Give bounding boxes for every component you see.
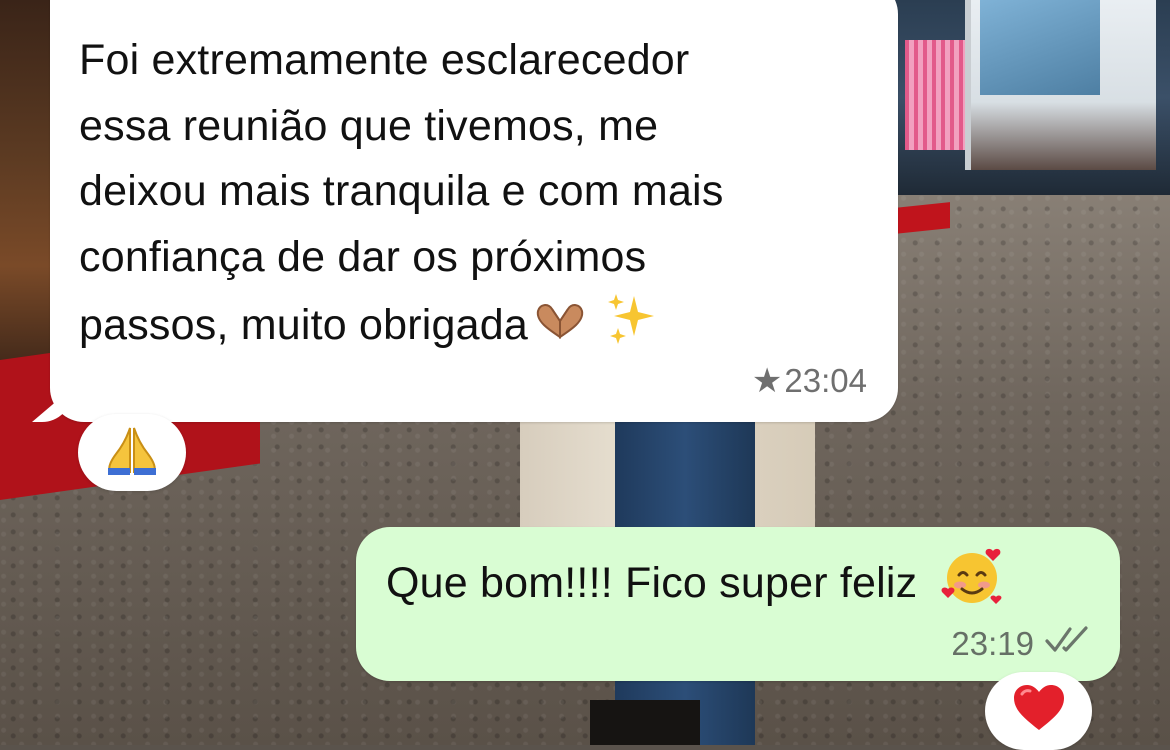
incoming-message-time: 23:04 <box>784 362 867 399</box>
incoming-message-text: Foi extremamente esclarecedor essa reuni… <box>79 28 869 366</box>
outgoing-message-reaction[interactable] <box>985 672 1092 750</box>
wallpaper-pink-fence <box>905 40 965 150</box>
outgoing-message-text: Que bom!!!! Fico super feliz <box>386 548 1006 622</box>
read-double-check-icon <box>1044 624 1092 664</box>
red-heart-icon <box>1012 684 1066 739</box>
outgoing-message-time: 23:19 <box>951 625 1034 662</box>
folded-hands-icon <box>104 424 160 481</box>
heart-hands-icon <box>530 295 590 361</box>
incoming-message-bubble[interactable]: Foi extremamente esclarecedor essa reuni… <box>50 0 898 422</box>
incoming-message-reaction[interactable] <box>78 414 186 491</box>
starred-star-icon: ★ <box>751 362 783 400</box>
wallpaper-boot <box>590 700 700 745</box>
sparkles-icon <box>604 290 660 366</box>
outgoing-message-meta: 23:19 <box>951 624 1092 664</box>
incoming-message-meta: ★ 23:04 <box>752 362 867 400</box>
smiling-face-with-hearts-icon <box>940 545 1006 618</box>
outgoing-message-body: Que bom!!!! Fico super feliz <box>386 558 918 607</box>
wallpaper-truck-window <box>980 0 1100 95</box>
outgoing-message-bubble[interactable]: Que bom!!!! Fico super feliz 23:19 <box>356 527 1120 681</box>
